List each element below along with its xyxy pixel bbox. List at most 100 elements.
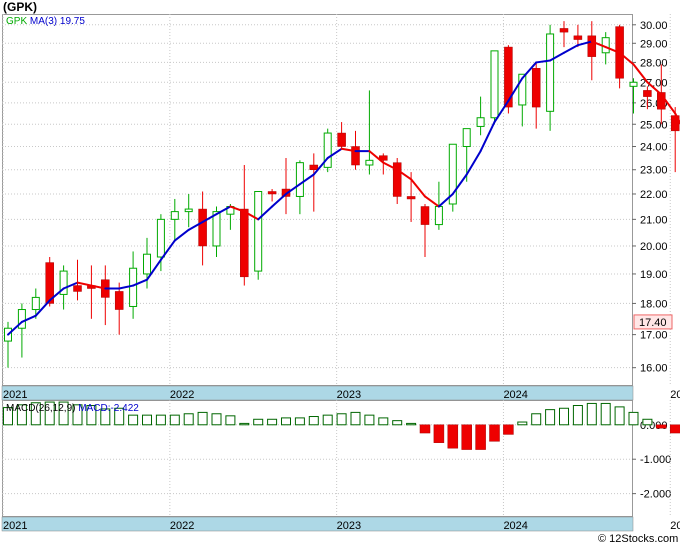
macd-bar-positive <box>225 415 236 426</box>
price-x-tick-label: 2024 <box>503 389 527 401</box>
macd-bar-positive <box>545 409 556 426</box>
candle-body-up <box>170 211 179 220</box>
macd-x-axis-strip <box>1 516 634 532</box>
macd-bar-positive <box>183 413 194 426</box>
macd-bar-positive <box>600 402 611 426</box>
macd-bar-positive <box>142 414 152 426</box>
candle-body-up <box>434 206 443 226</box>
macd-x-tick-label: 2021 <box>3 520 27 532</box>
macd-bar-negative <box>433 424 445 443</box>
macd-legend-value: MACD:-2.422 <box>78 403 139 414</box>
price-x-tick-label: 2023 <box>337 389 361 401</box>
macd-x-tick-label: 2024 <box>503 520 527 532</box>
candle-body-down <box>337 132 346 147</box>
candle-body-up <box>129 267 138 307</box>
macd-legend-label: MACD(26,12,9) <box>6 403 78 414</box>
price-x-tick-label: 2021 <box>3 389 27 401</box>
price-y-tick-label: 22.00 <box>640 189 668 201</box>
price-legend: GPK MA(3) 19.75 <box>6 16 85 27</box>
candle-body-down <box>73 285 82 292</box>
macd-bar-positive <box>169 414 180 426</box>
candle-body-up <box>156 218 165 258</box>
watermark: © 12Stocks.com <box>598 533 678 545</box>
macd-x-tick-label: 2023 <box>337 520 361 532</box>
macd-bar-positive <box>559 407 569 426</box>
macd-bar-negative <box>419 424 431 434</box>
macd-bar-positive <box>128 414 139 426</box>
price-y-tick-label: 20.00 <box>640 241 668 253</box>
candle-body-up <box>212 211 221 247</box>
macd-bar-positive <box>211 413 222 426</box>
macd-bar-negative <box>447 424 459 449</box>
macd-bar-positive <box>308 416 319 426</box>
candle-body-up <box>143 253 151 275</box>
macd-bar-positive <box>642 418 653 426</box>
price-y-tick-label: 24.00 <box>640 142 668 154</box>
macd-bar-negative <box>669 424 680 434</box>
price-y-tick-label: 19.00 <box>640 269 668 281</box>
macd-bar-positive <box>614 406 625 426</box>
macd-bar-positive <box>336 413 347 426</box>
candle-body-down <box>198 208 207 247</box>
price-x-tick-label: 2022 <box>170 389 194 401</box>
candle-body-down <box>643 90 652 97</box>
price-x-axis-strip <box>1 385 634 401</box>
candle-body-down <box>406 196 416 200</box>
macd-legend: MACD(26,12,9) MACD:-2.422 <box>6 403 139 414</box>
candle-body-up <box>476 117 485 127</box>
macd-bar-positive <box>267 418 278 426</box>
legend-symbol: GPK <box>6 16 30 27</box>
macd-bar-negative <box>461 424 472 450</box>
macd-bar-positive <box>155 414 166 426</box>
candle-body-up <box>295 162 304 197</box>
candle-body-up <box>462 128 471 148</box>
macd-bar-positive <box>197 411 208 426</box>
candle-body-down <box>531 68 541 108</box>
candle-body-down <box>573 35 583 40</box>
macd-bar-negative <box>503 424 514 435</box>
candle-body-up <box>490 50 499 119</box>
macd-y-tick-label: -1.000 <box>640 454 671 466</box>
macd-bar-positive <box>253 418 264 426</box>
candle-body-down <box>114 291 124 310</box>
macd-bar-positive <box>281 417 291 426</box>
candle-body-down <box>559 28 569 33</box>
candle-body-down <box>240 208 249 278</box>
macd-bar-positive <box>322 414 333 426</box>
candle-body-down <box>309 164 319 170</box>
macd-bar-positive <box>586 402 597 426</box>
macd-bar-positive <box>364 414 375 426</box>
candle-body-down <box>420 206 430 225</box>
macd-bar-positive <box>572 405 583 426</box>
price-y-tick-label: 17.00 <box>640 330 668 342</box>
price-y-tick-label: 16.00 <box>640 363 668 375</box>
price-y-tick-label: 29.00 <box>640 38 668 50</box>
macd-bar-negative <box>489 424 500 442</box>
candle-body-up <box>365 159 374 166</box>
candle-body-down <box>267 191 277 195</box>
price-x-tick-label: 2025 <box>670 389 680 401</box>
price-y-tick-label: 21.00 <box>640 214 668 226</box>
macd-y-tick-label: -2.000 <box>640 489 671 501</box>
macd-bar-positive <box>628 411 639 426</box>
price-y-tick-label: 30.00 <box>640 20 668 32</box>
last-price-label: 17.40 <box>639 317 667 329</box>
macd-bar-positive <box>239 422 250 426</box>
macd-bar-negative <box>656 424 667 429</box>
candle-body-up <box>629 81 638 87</box>
macd-bar-negative <box>475 424 486 450</box>
macd-bar-positive <box>350 411 361 426</box>
macd-x-tick-label: 2022 <box>170 520 194 532</box>
candle-body-down <box>351 146 360 166</box>
stock-chart: 16.00 17.00 18.00 19.00 20.00 21.00 22.00 23.00… <box>1 14 680 545</box>
candle-body-up <box>546 33 555 112</box>
legend-ma: MA(3) 19.75 <box>30 16 85 27</box>
candle-body-up <box>184 208 193 213</box>
macd-bar-positive <box>294 417 305 426</box>
price-y-tick-label: 23.00 <box>640 165 668 177</box>
candle-body-up <box>31 296 40 311</box>
macd-bar-positive <box>517 421 528 426</box>
macd-bar-positive <box>406 422 417 426</box>
price-y-tick-label: 28.00 <box>640 57 668 69</box>
macd-bar-positive <box>378 417 389 426</box>
